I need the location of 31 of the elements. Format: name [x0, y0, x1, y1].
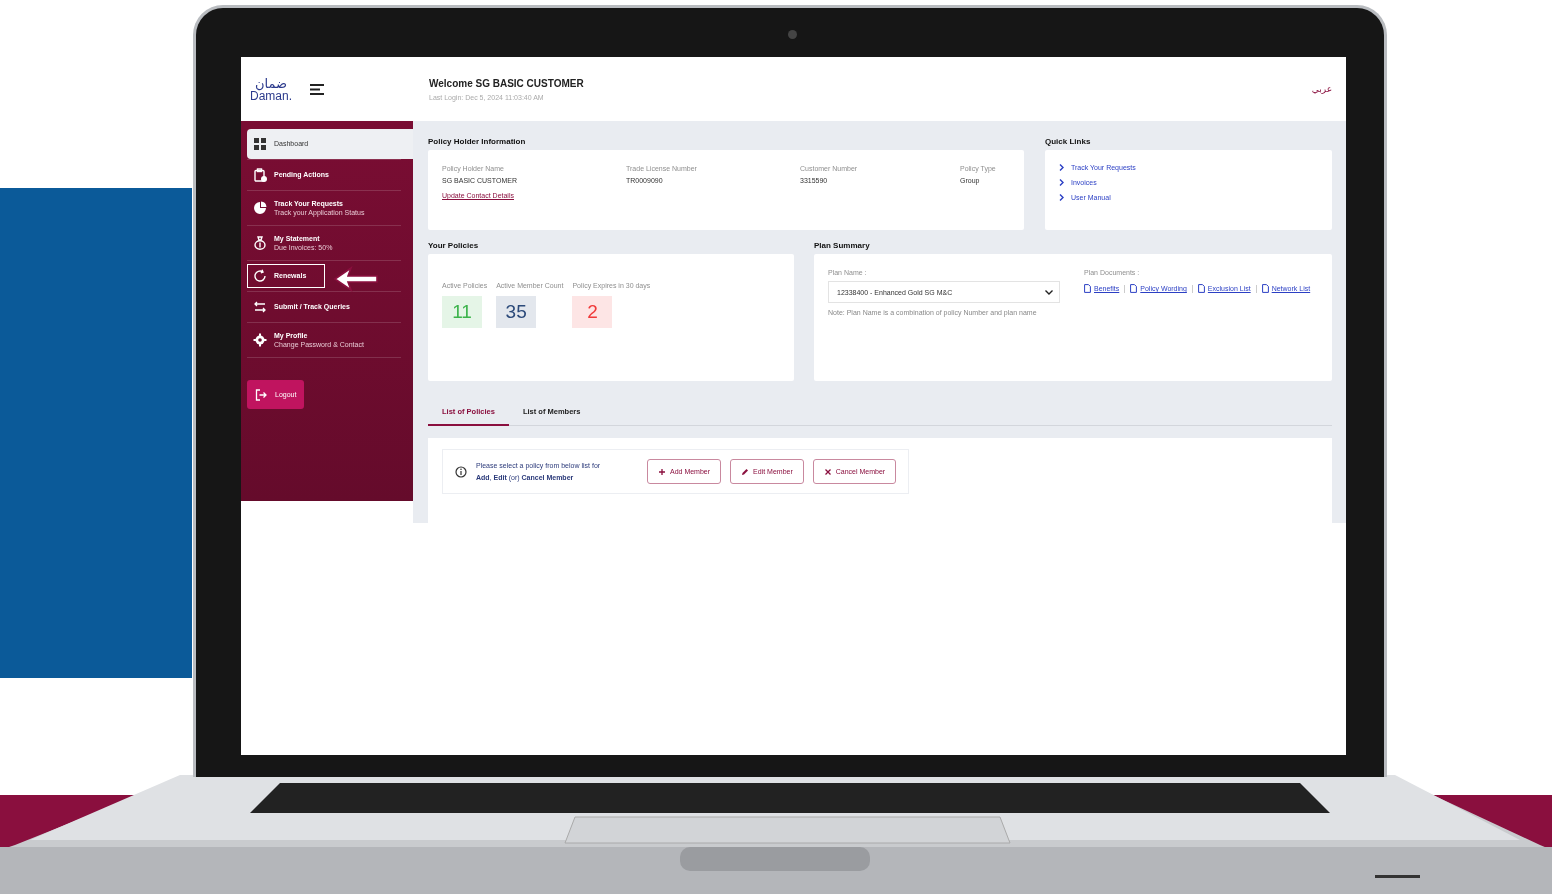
chevron-icon — [1059, 194, 1064, 201]
money-bag-icon — [253, 236, 267, 250]
section-title: Policy Holder Information — [428, 137, 527, 146]
pencil-icon — [741, 467, 750, 476]
logout-icon — [255, 388, 267, 401]
welcome-title: Welcome SG BASIC CUSTOMER — [429, 77, 585, 89]
chevron-icon — [1059, 164, 1064, 171]
stat-value: 11 — [442, 296, 482, 328]
info-icon — [455, 465, 467, 478]
document-icon — [1130, 284, 1138, 293]
clipboard-icon — [253, 168, 267, 182]
close-icon — [823, 467, 832, 476]
camera-icon — [788, 30, 797, 39]
document-icon — [1084, 284, 1091, 293]
pie-chart-icon — [253, 201, 267, 215]
grid-icon — [253, 137, 267, 151]
settings-icon — [253, 333, 267, 347]
stat-value: 35 — [496, 296, 537, 328]
menu-icon[interactable] — [310, 83, 325, 95]
plus-icon — [658, 467, 666, 476]
swap-arrows-icon — [253, 300, 267, 314]
document-icon — [1197, 284, 1205, 293]
section-title: Quick Links — [1045, 137, 1092, 146]
section-title: Your Policies — [428, 241, 480, 250]
language-link[interactable]: عربي — [1311, 84, 1332, 94]
refresh-icon — [253, 269, 267, 283]
document-icon — [1261, 284, 1269, 293]
stat-value: 2 — [572, 296, 613, 328]
chevron-down-icon — [1045, 289, 1053, 295]
section-title: Plan Summary — [814, 241, 871, 250]
chevron-icon — [1059, 179, 1064, 186]
